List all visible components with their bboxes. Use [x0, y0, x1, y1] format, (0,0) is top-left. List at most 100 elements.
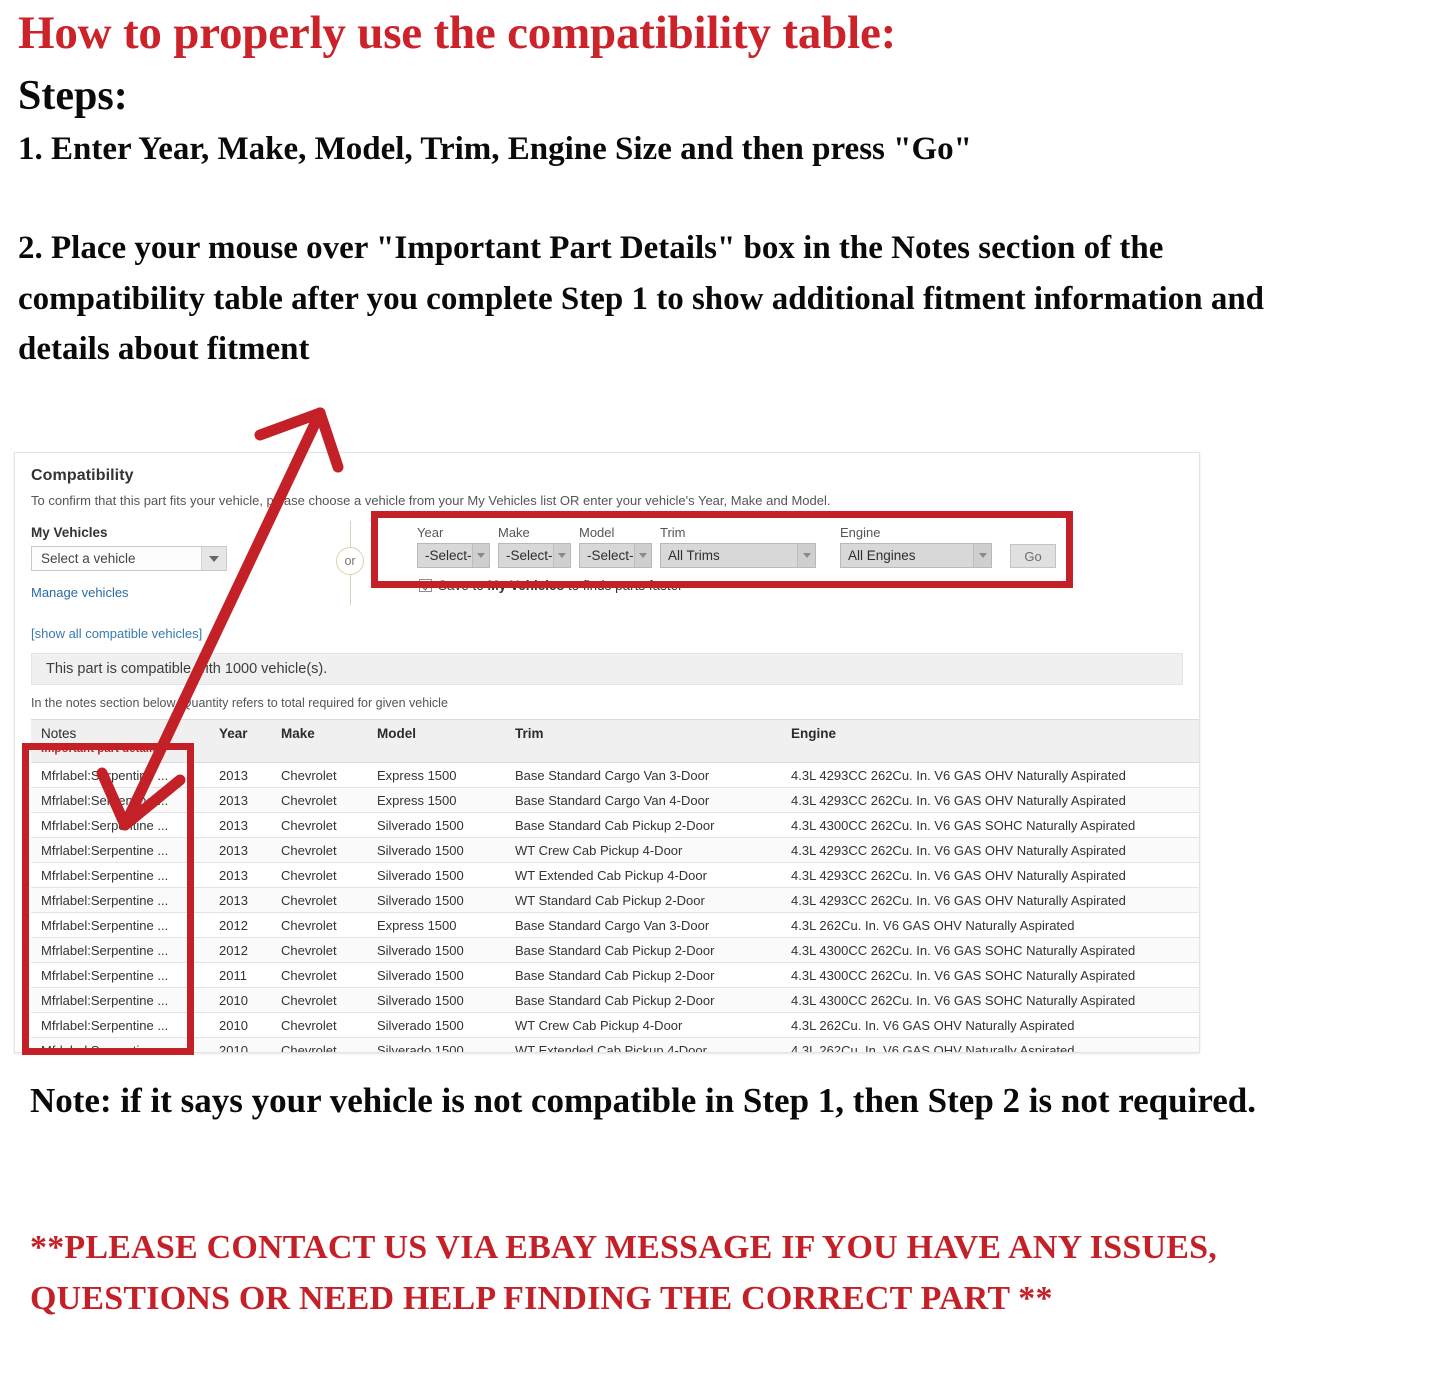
cell-trim: Base Standard Cargo Van 4-Door — [505, 787, 781, 813]
cell-year: 2010 — [209, 1037, 271, 1052]
go-button[interactable]: Go — [1010, 544, 1056, 568]
cell-trim: WT Extended Cab Pickup 4-Door — [505, 1037, 781, 1052]
model-dropdown[interactable]: -Select- — [579, 543, 652, 568]
cell-make: Chevrolet — [271, 1037, 367, 1052]
cell-trim: WT Crew Cab Pickup 4-Door — [505, 1012, 781, 1038]
cell-make: Chevrolet — [271, 912, 367, 938]
make-label: Make — [498, 525, 530, 540]
cell-model: Express 1500 — [367, 762, 505, 788]
table-row: Mfrlabel:Serpentine ... 2010 Chevrolet Silv… — [31, 987, 1199, 1013]
save-text-bold: My Vehicles — [487, 578, 565, 593]
cell-year: 2013 — [209, 887, 271, 913]
cell-model: Silverado 1500 — [367, 837, 505, 863]
trim-dropdown[interactable]: All Trims — [660, 543, 816, 568]
chevron-down-icon — [471, 544, 489, 567]
table-row: Mfrlabel:Serpentine ... 2012 Chevrolet Silv… — [31, 937, 1199, 963]
table-row: Mfrlabel:Serpentine ... 2013 Chevrolet Expr… — [31, 762, 1199, 788]
engine-value: All Engines — [848, 548, 916, 563]
make-dropdown[interactable]: -Select- — [498, 543, 571, 568]
save-to-my-vehicles-row[interactable]: Save to My Vehicles to finds parts faste… — [419, 578, 1077, 593]
manage-vehicles-link[interactable]: Manage vehicles — [31, 585, 281, 600]
select-a-vehicle-dropdown[interactable]: Select a vehicle — [31, 546, 227, 571]
column-header-model: Model — [367, 719, 505, 763]
cell-year: 2013 — [209, 787, 271, 813]
show-all-compatible-vehicles-link[interactable]: [show all compatible vehicles] — [31, 626, 281, 641]
table-row: Mfrlabel:Serpentine ... 2013 Chevrolet Silv… — [31, 837, 1199, 863]
compatibility-subtext: To confirm that this part fits your vehi… — [31, 493, 831, 508]
cell-trim: WT Crew Cab Pickup 4-Door — [505, 837, 781, 863]
cell-notes: Mfrlabel:Serpentine ... — [31, 987, 209, 1013]
cell-year: 2011 — [209, 962, 271, 988]
cell-notes: Mfrlabel:Serpentine ... — [31, 1037, 209, 1052]
cell-model: Silverado 1500 — [367, 937, 505, 963]
fitment-table-header-row: Notes Important part details Year Make M… — [31, 719, 1199, 763]
save-checkbox-label: Save to My Vehicles to finds parts faste… — [438, 578, 683, 593]
cell-trim: Base Standard Cargo Van 3-Door — [505, 762, 781, 788]
cell-notes: Mfrlabel:Serpentine ... — [31, 937, 209, 963]
cell-notes: Mfrlabel:Serpentine ... — [31, 1012, 209, 1038]
cell-notes: Mfrlabel:Serpentine ... — [31, 812, 209, 838]
cell-trim: Base Standard Cab Pickup 2-Door — [505, 812, 781, 838]
page-title: How to properly use the compatibility ta… — [18, 7, 897, 59]
cell-year: 2013 — [209, 812, 271, 838]
step-one-text: 1. Enter Year, Make, Model, Trim, Engine… — [18, 130, 972, 167]
engine-dropdown[interactable]: All Engines — [840, 543, 992, 568]
cell-notes: Mfrlabel:Serpentine ... — [31, 787, 209, 813]
cell-make: Chevrolet — [271, 762, 367, 788]
cell-year: 2013 — [209, 862, 271, 888]
footer-note-text: Note: if it says your vehicle is not com… — [30, 1081, 1256, 1120]
year-field: Year -Select- — [417, 525, 490, 568]
trim-value: All Trims — [668, 548, 720, 563]
cell-trim: Base Standard Cab Pickup 2-Door — [505, 937, 781, 963]
cell-notes: Mfrlabel:Serpentine ... — [31, 862, 209, 888]
cell-engine: 4.3L 4300CC 262Cu. In. V6 GAS SOHC Natur… — [781, 812, 1199, 838]
cell-trim: Base Standard Cab Pickup 2-Door — [505, 987, 781, 1013]
year-value: -Select- — [425, 548, 472, 563]
table-row: Mfrlabel:Serpentine ... 2013 Chevrolet Silv… — [31, 862, 1199, 888]
table-row: Mfrlabel:Serpentine ... 2013 Chevrolet Expr… — [31, 787, 1199, 813]
cell-make: Chevrolet — [271, 887, 367, 913]
cell-model: Silverado 1500 — [367, 1012, 505, 1038]
chevron-down-icon — [552, 544, 570, 567]
table-row: Mfrlabel:Serpentine ... 2010 Chevrolet Silv… — [31, 1037, 1199, 1052]
save-checkbox[interactable] — [419, 579, 432, 592]
cell-trim: Base Standard Cab Pickup 2-Door — [505, 962, 781, 988]
column-header-make: Make — [271, 719, 367, 763]
cell-model: Express 1500 — [367, 787, 505, 813]
important-part-details-label: Important part details — [41, 743, 159, 755]
cell-make: Chevrolet — [271, 1012, 367, 1038]
select-a-vehicle-value: Select a vehicle — [41, 551, 136, 566]
cell-notes: Mfrlabel:Serpentine ... — [31, 762, 209, 788]
year-label: Year — [417, 525, 444, 540]
engine-label: Engine — [840, 525, 881, 540]
column-header-engine: Engine — [781, 719, 1199, 763]
cell-model: Silverado 1500 — [367, 1037, 505, 1052]
cell-engine: 4.3L 4300CC 262Cu. In. V6 GAS SOHC Natur… — [781, 962, 1199, 988]
my-vehicles-label: My Vehicles — [31, 525, 108, 540]
cell-trim: WT Extended Cab Pickup 4-Door — [505, 862, 781, 888]
cell-year: 2012 — [209, 937, 271, 963]
cell-engine: 4.3L 4293CC 262Cu. In. V6 GAS OHV Natura… — [781, 837, 1199, 863]
cell-make: Chevrolet — [271, 837, 367, 863]
fitment-table: Notes Important part details Year Make M… — [31, 719, 1199, 1052]
cell-notes: Mfrlabel:Serpentine ... — [31, 962, 209, 988]
cell-trim: Base Standard Cargo Van 3-Door — [505, 912, 781, 938]
year-dropdown[interactable]: -Select- — [417, 543, 490, 568]
compatibility-panel: Compatibility To confirm that this part … — [14, 452, 1200, 1053]
compatibility-heading: Compatibility — [31, 467, 134, 484]
cell-trim: WT Standard Cab Pickup 2-Door — [505, 887, 781, 913]
cell-engine: 4.3L 4293CC 262Cu. In. V6 GAS OHV Natura… — [781, 887, 1199, 913]
cell-year: 2010 — [209, 987, 271, 1013]
cell-engine: 4.3L 262Cu. In. V6 GAS OHV Naturally Asp… — [781, 1037, 1199, 1052]
cell-make: Chevrolet — [271, 787, 367, 813]
cell-engine: 4.3L 4300CC 262Cu. In. V6 GAS SOHC Natur… — [781, 937, 1199, 963]
compatible-count-banner: This part is compatible with 1000 vehicl… — [31, 653, 1183, 685]
cell-engine: 4.3L 4293CC 262Cu. In. V6 GAS OHV Natura… — [781, 787, 1199, 813]
cell-model: Silverado 1500 — [367, 812, 505, 838]
or-badge-label: or — [336, 547, 364, 575]
make-value: -Select- — [506, 548, 553, 563]
cell-notes: Mfrlabel:Serpentine ... — [31, 837, 209, 863]
cell-engine: 4.3L 262Cu. In. V6 GAS OHV Naturally Asp… — [781, 912, 1199, 938]
cell-engine: 4.3L 4293CC 262Cu. In. V6 GAS OHV Natura… — [781, 862, 1199, 888]
make-field: Make -Select- — [498, 525, 571, 568]
